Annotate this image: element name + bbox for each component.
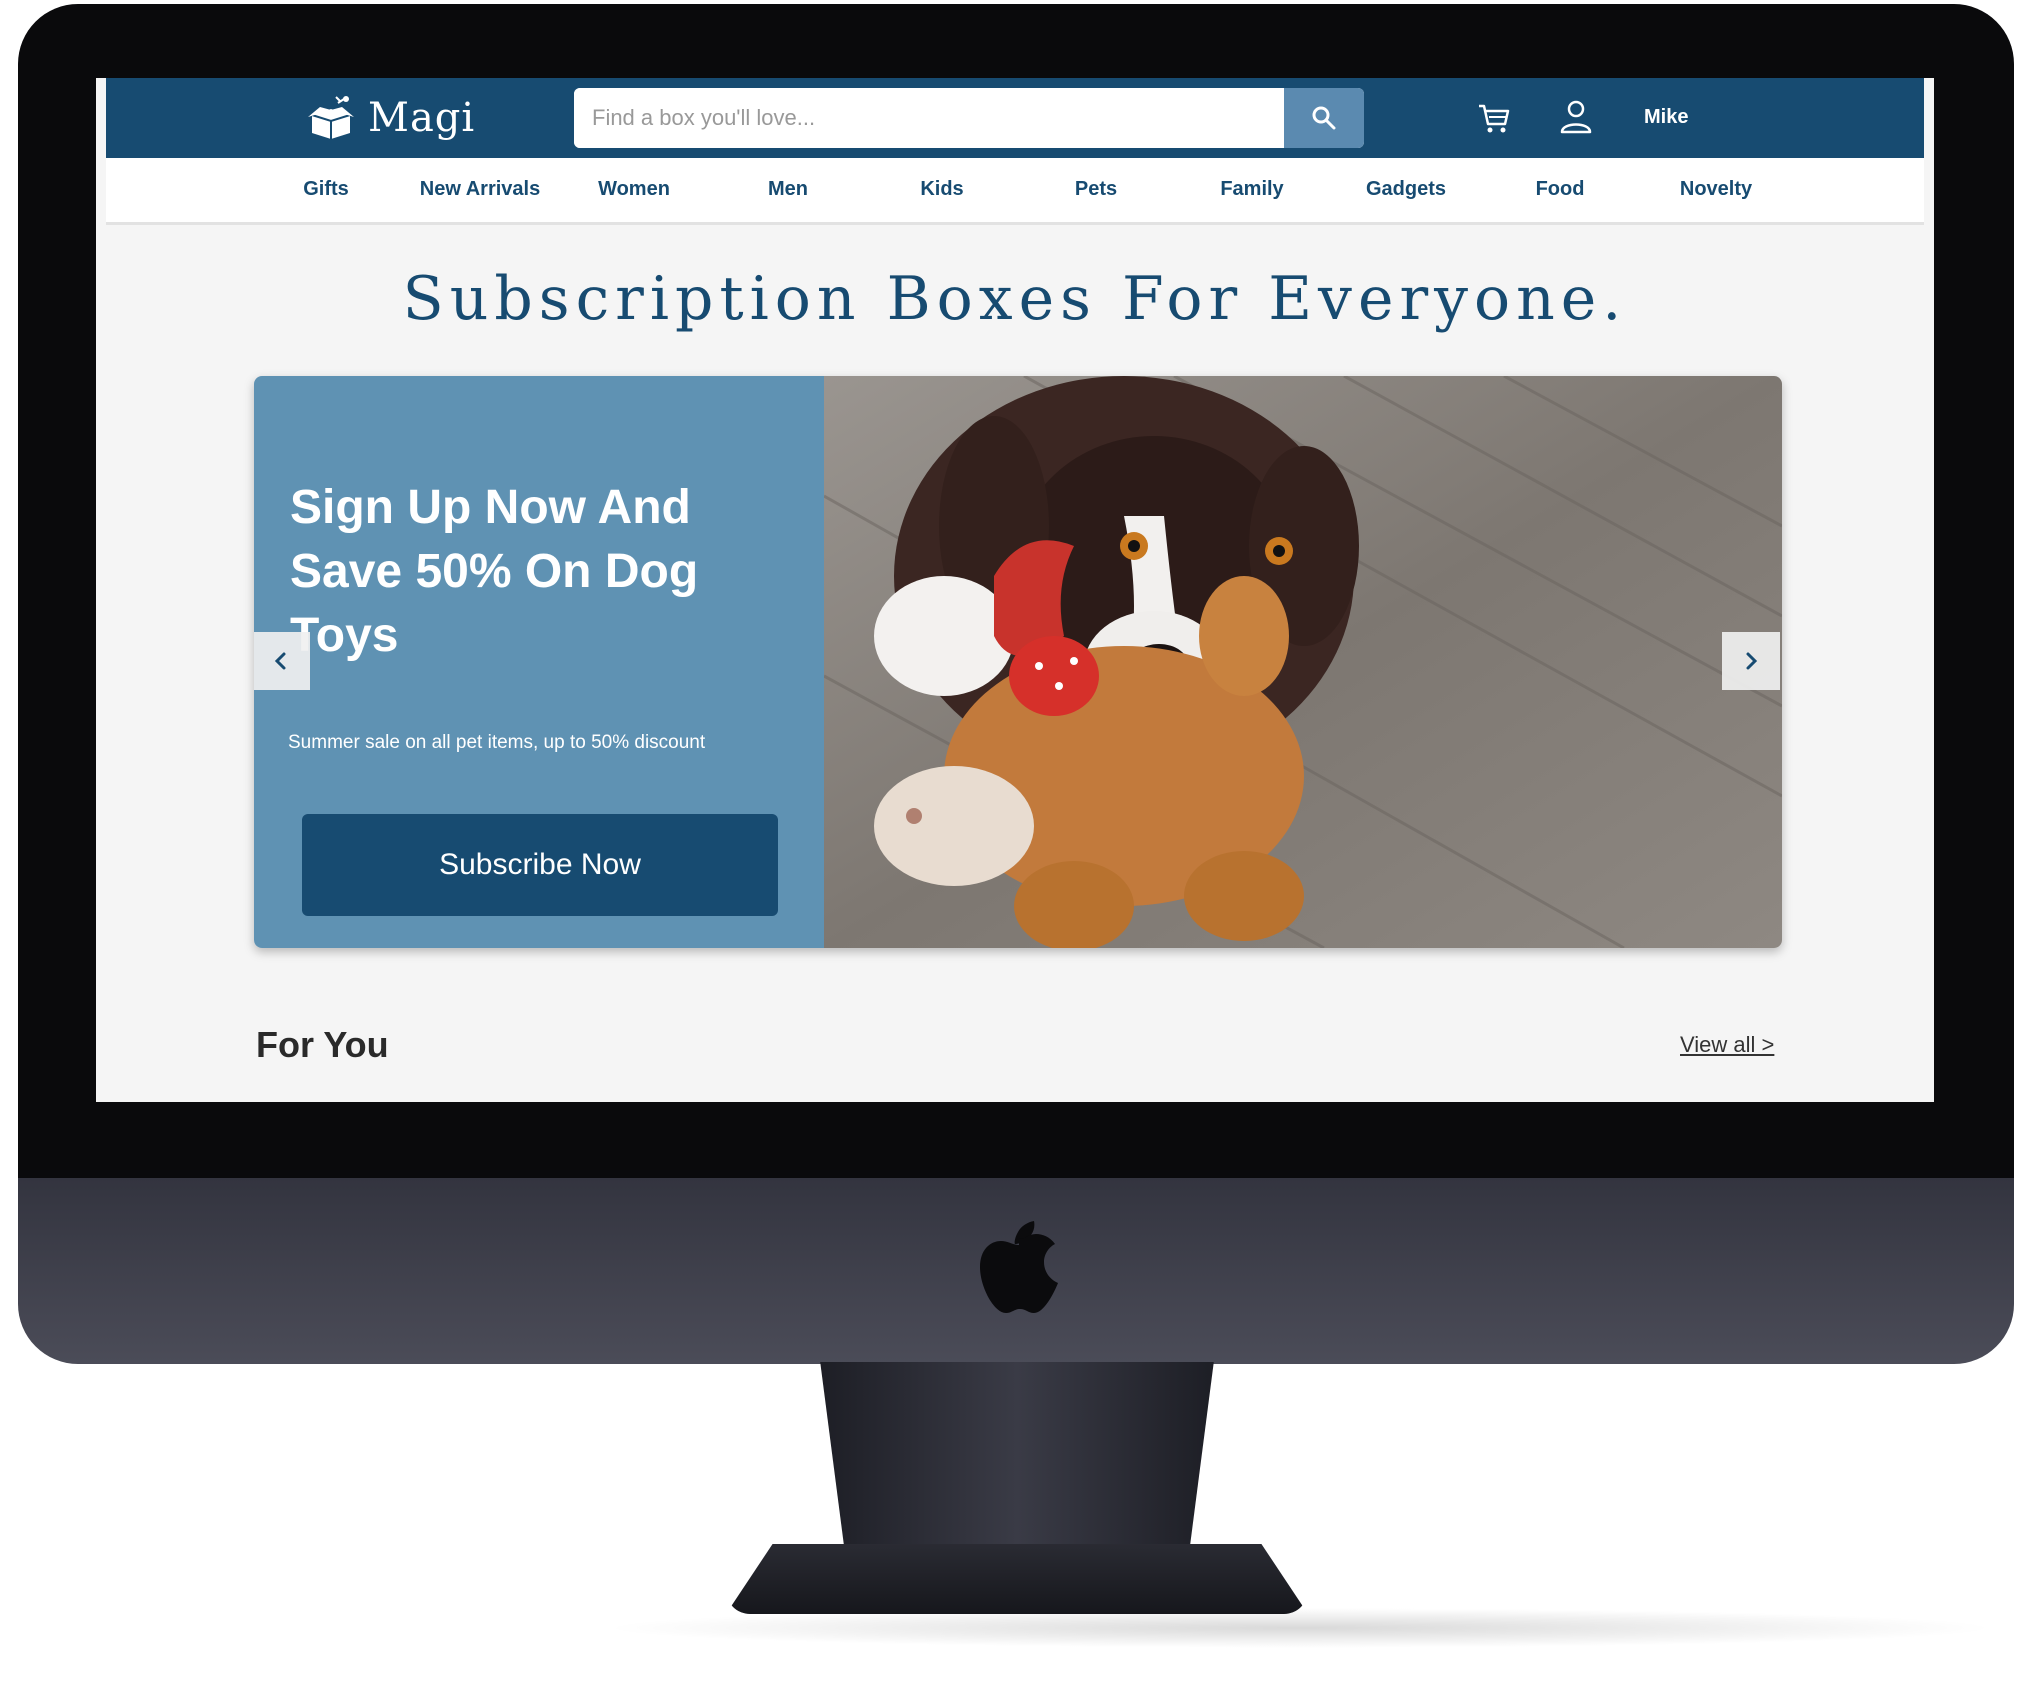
nav-item-family[interactable]: Family xyxy=(1220,178,1283,201)
search-bar xyxy=(574,88,1364,148)
subscribe-button[interactable]: Subscribe Now xyxy=(302,814,778,916)
nav-item-new-arrivals[interactable]: New Arrivals xyxy=(420,178,540,201)
section-title: For You xyxy=(256,1024,389,1065)
screen: Magi Mike Gifts New Arrivals Women xyxy=(96,78,1934,1102)
nav-item-kids[interactable]: Kids xyxy=(920,178,963,201)
carousel-prev-button[interactable] xyxy=(254,632,310,690)
nav-item-gifts[interactable]: Gifts xyxy=(303,178,349,201)
category-nav: Gifts New Arrivals Women Men Kids Pets F… xyxy=(106,158,1924,225)
hero-dog-image xyxy=(824,376,1782,948)
search-input[interactable] xyxy=(574,88,1284,148)
monitor-stand-neck xyxy=(820,1362,1214,1552)
nav-item-women[interactable]: Women xyxy=(598,178,670,201)
brand-logo[interactable]: Magi xyxy=(306,88,475,148)
nav-item-men[interactable]: Men xyxy=(768,178,808,201)
cart-icon[interactable] xyxy=(1476,100,1512,136)
promo-title: Sign Up Now And Save 50% On Dog Toys xyxy=(290,481,699,662)
chevron-right-icon xyxy=(1746,652,1758,670)
search-icon xyxy=(1312,106,1336,130)
gift-box-icon xyxy=(308,96,354,139)
apple-logo-icon xyxy=(980,1221,1058,1313)
nav-item-gadgets[interactable]: Gadgets xyxy=(1366,178,1446,201)
user-name[interactable]: Mike xyxy=(1644,106,1688,129)
brand-name: Magi xyxy=(368,95,476,141)
top-bar: Magi Mike xyxy=(106,78,1924,158)
nav-item-food[interactable]: Food xyxy=(1536,178,1585,201)
monitor-stand-base xyxy=(726,1544,1308,1614)
promo-subtitle: Summer sale on all pet items, up to 50% … xyxy=(288,732,706,753)
nav-item-pets[interactable]: Pets xyxy=(1075,178,1117,201)
page-headline: Subscription Boxes For Everyone. xyxy=(402,264,1628,334)
nav-item-novelty[interactable]: Novelty xyxy=(1680,178,1752,201)
floor-shadow xyxy=(600,1608,2000,1648)
hero-carousel: Sign Up Now And Save 50% On Dog Toys Sum… xyxy=(254,376,1782,948)
promo-panel: Sign Up Now And Save 50% On Dog Toys Sum… xyxy=(254,376,824,948)
search-button[interactable] xyxy=(1284,88,1364,148)
carousel-next-button[interactable] xyxy=(1722,632,1780,690)
view-all-link[interactable]: View all > xyxy=(1680,1032,1774,1058)
user-icon[interactable] xyxy=(1558,98,1594,136)
chevron-left-icon xyxy=(274,652,286,670)
